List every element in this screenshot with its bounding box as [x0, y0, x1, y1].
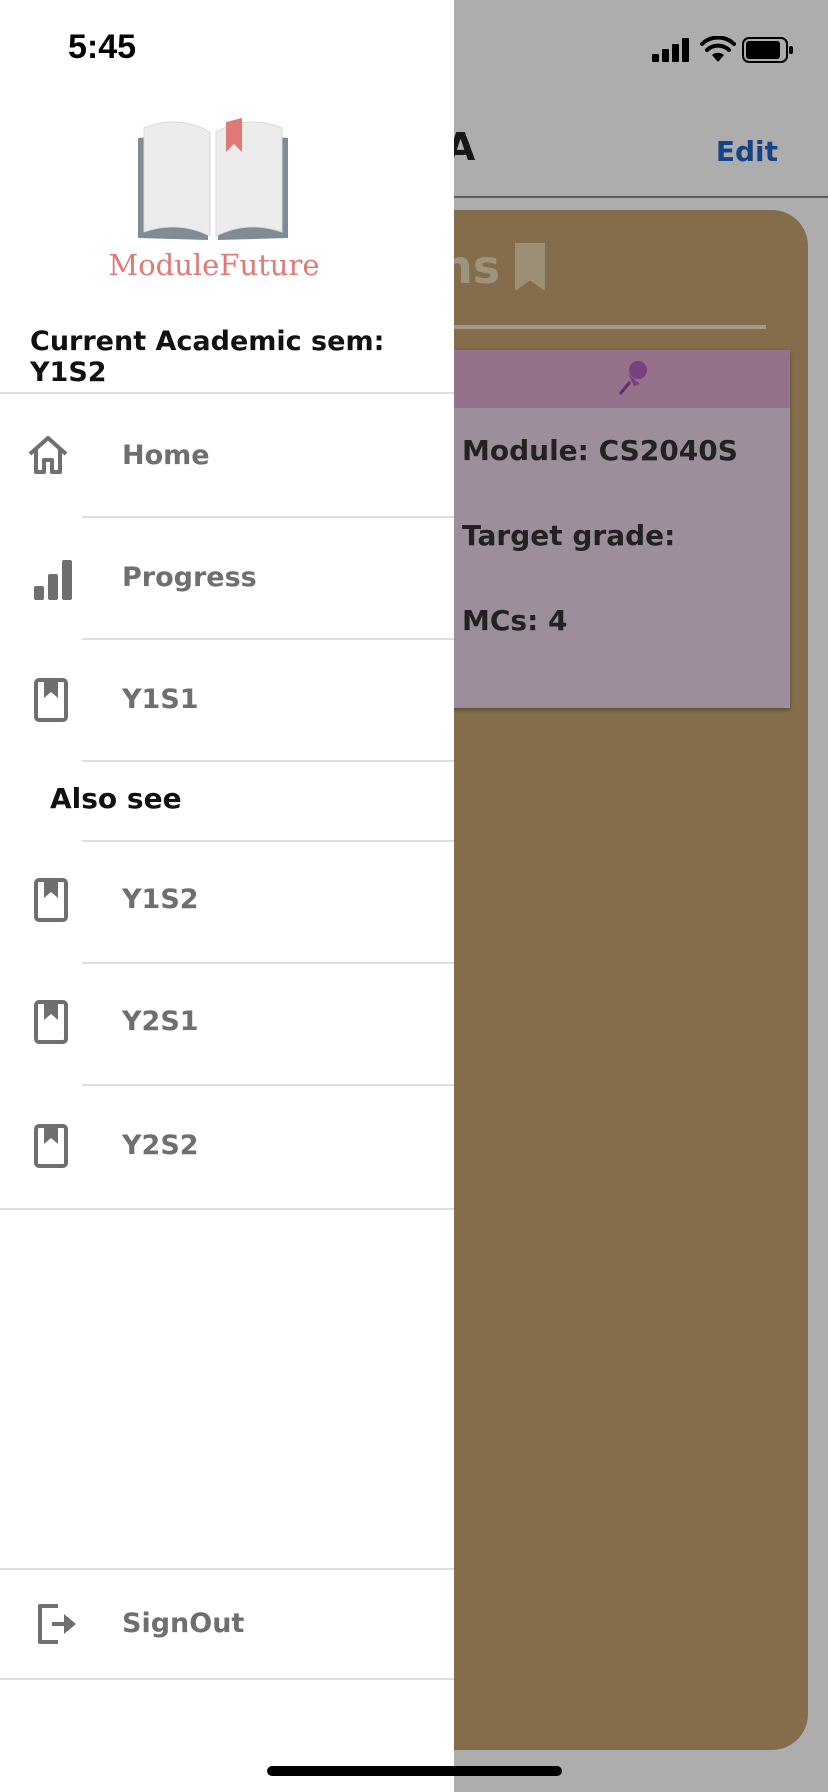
wifi-icon	[700, 36, 736, 62]
navigation-drawer: ModuleFuture Current Academic sem: Y1S2 …	[0, 0, 454, 1792]
book-icon	[34, 678, 68, 722]
book-logo-icon	[138, 118, 288, 240]
signout-button[interactable]: SignOut	[0, 1570, 454, 1678]
nav-item-y1s1[interactable]: Y1S1	[0, 646, 454, 754]
status-time: 5:45	[68, 28, 137, 66]
book-icon	[34, 1000, 68, 1044]
divider	[0, 1678, 454, 1680]
nav-item-progress[interactable]: Progress	[0, 524, 454, 632]
bar-chart-icon	[34, 560, 72, 600]
nav-item-label: Home	[122, 440, 210, 471]
book-icon	[34, 1124, 68, 1168]
divider	[0, 392, 454, 394]
home-icon	[28, 436, 68, 474]
book-icon	[34, 878, 68, 922]
nav-item-label: Y2S2	[122, 1130, 199, 1161]
nav-item-y1s2[interactable]: Y1S2	[0, 846, 454, 954]
nav-item-y2s1[interactable]: Y2S1	[0, 968, 454, 1076]
signout-label: SignOut	[122, 1608, 245, 1639]
nav-item-y2s2[interactable]: Y2S2	[0, 1092, 454, 1200]
divider	[0, 1208, 454, 1210]
home-indicator[interactable]	[267, 1766, 562, 1776]
cellular-signal-icon	[652, 38, 689, 62]
battery-icon	[742, 37, 793, 63]
nav-item-label: Y1S1	[122, 684, 199, 715]
current-semester-label: Current Academic sem: Y1S2	[30, 326, 385, 388]
sign-out-icon	[38, 1604, 76, 1644]
divider	[82, 638, 454, 640]
divider	[82, 1084, 454, 1086]
status-bar: 5:45	[0, 0, 828, 100]
nav-item-label: Y1S2	[122, 884, 199, 915]
nav-item-label: Y2S1	[122, 1006, 199, 1037]
divider	[82, 760, 454, 762]
divider	[82, 516, 454, 518]
nav-item-label: Progress	[122, 562, 257, 593]
divider	[82, 840, 454, 842]
also-see-heading: Also see	[50, 782, 182, 815]
nav-item-home[interactable]: Home	[0, 402, 454, 510]
brand-name: ModuleFuture	[108, 248, 320, 282]
divider	[82, 962, 454, 964]
